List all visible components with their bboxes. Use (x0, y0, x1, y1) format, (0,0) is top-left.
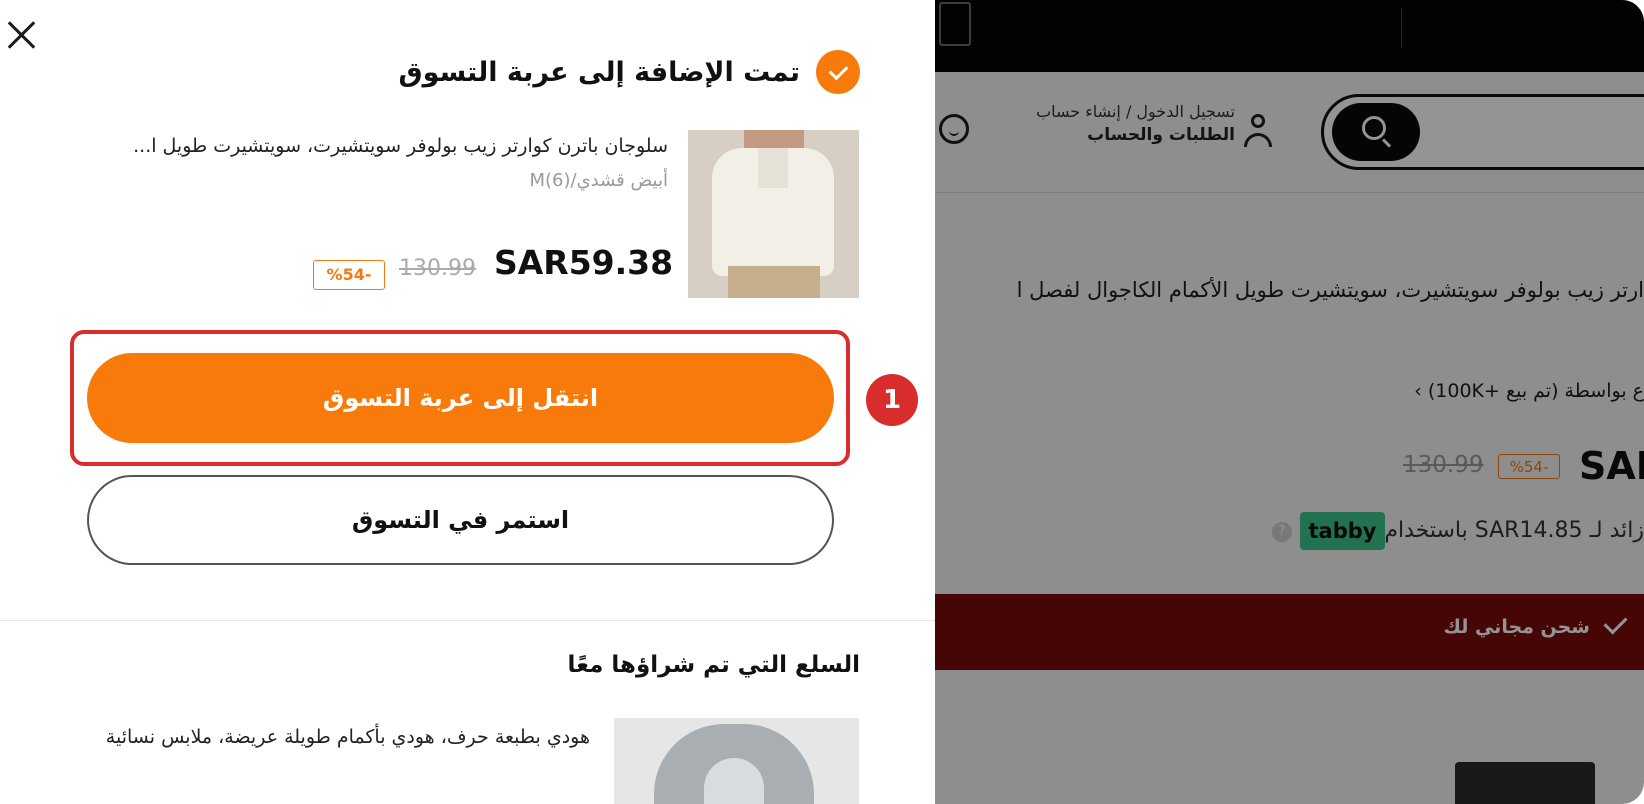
step-number-badge: 1 (866, 374, 918, 426)
bought-together-title: السلع التي تم شراؤها معًا (567, 652, 860, 678)
section-divider (0, 620, 935, 621)
discount-badge: %54- (313, 260, 385, 290)
added-title: تمت الإضافة إلى عربة التسوق (398, 56, 800, 88)
added-header: تمت الإضافة إلى عربة التسوق (399, 48, 860, 96)
product-price: SAR59.38 (494, 243, 674, 282)
product-variant: أبيض قشدي/M(6) (529, 170, 668, 191)
app-frame: تسجيل الدخول / إنشاء حساب الطلبات والحسا… (0, 0, 1644, 804)
close-icon[interactable] (6, 18, 38, 50)
product-old-price: 130.99 (399, 256, 476, 281)
modal-overlay[interactable] (935, 0, 1644, 804)
recommended-product-image[interactable] (614, 718, 859, 804)
continue-shopping-button[interactable]: استمر في التسوق (87, 475, 834, 565)
product-name[interactable]: سلوجان باترن كوارتر زيب بولوفر سويتشيرت،… (133, 135, 668, 157)
go-to-cart-button[interactable]: انتقل إلى عربة التسوق (87, 353, 834, 443)
recommended-product-name[interactable]: هودي بطبعة حرف، هودي بأكمام طويلة عريضة،… (70, 718, 590, 756)
product-image[interactable] (688, 130, 859, 298)
added-to-cart-drawer: تمت الإضافة إلى عربة التسوق سلوجان باترن… (0, 0, 935, 804)
checkmark-icon (816, 50, 860, 94)
